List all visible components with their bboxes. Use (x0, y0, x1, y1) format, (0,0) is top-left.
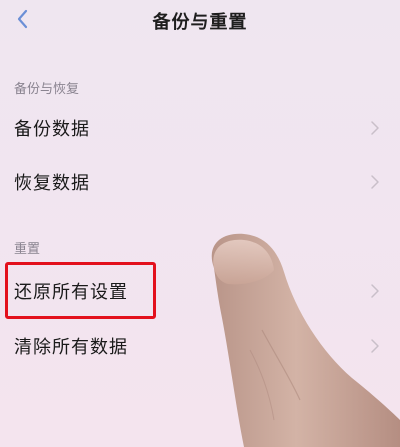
row-clear-all-data[interactable]: 清除所有数据 (0, 318, 400, 374)
chevron-right-icon (371, 175, 379, 189)
chevron-right-icon (371, 339, 379, 353)
title-bar: 备份与重置 (0, 0, 400, 40)
row-restore-data[interactable]: 恢复数据 (0, 154, 400, 210)
row-label: 恢复数据 (14, 173, 90, 194)
chevron-right-icon (371, 121, 379, 135)
chevron-right-icon (371, 284, 379, 298)
section-header-backup-restore: 备份与恢复 (14, 82, 80, 97)
page-title: 备份与重置 (152, 12, 248, 33)
row-label: 备份数据 (14, 119, 90, 140)
backup-reset-screen: 备份与重置 备份与恢复 备份数据 恢复数据 重置 还原所有设置 清除所有数据 (0, 0, 400, 447)
section-header-reset: 重置 (14, 242, 41, 257)
highlight-box (5, 262, 156, 319)
finger-image (211, 233, 400, 447)
row-label: 清除所有数据 (14, 337, 128, 358)
row-backup-data[interactable]: 备份数据 (0, 100, 400, 156)
